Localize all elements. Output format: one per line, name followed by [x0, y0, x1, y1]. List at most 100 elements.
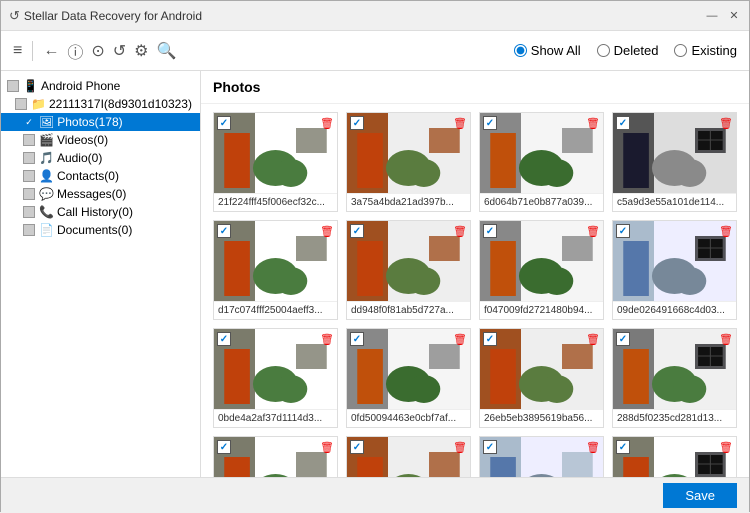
photo-delete-button[interactable]: 🗑 [586, 116, 600, 130]
photo-label: f047009fd2721480b94... [480, 301, 603, 319]
photo-delete-button[interactable]: 🗑 [719, 440, 733, 454]
sidebar-item-audio[interactable]: 🎵 Audio(0) [1, 149, 200, 167]
scan-icon[interactable]: ⊙ [91, 41, 104, 61]
photo-image-area: 🗑 [347, 329, 470, 409]
toolbar: ≡ ← ⓘ ⊙ ↺ ⚙ 🔍 Show All Deleted Existing [1, 31, 749, 71]
photo-label: c5a9d3e55a101de114... [613, 193, 736, 211]
sidebar-item-android-phone[interactable]: 📱 Android Phone [1, 77, 200, 95]
photo-delete-button[interactable]: 🗑 [586, 440, 600, 454]
contacts-checkbox[interactable] [23, 170, 35, 182]
existing-radio[interactable]: Existing [674, 43, 737, 58]
sidebar-item-photos[interactable]: ✓ 🖼 Photos(178) [1, 113, 200, 131]
documents-icon: 📄 [39, 223, 54, 237]
photo-delete-button[interactable]: 🗑 [320, 116, 334, 130]
sidebar-item-contacts[interactable]: 👤 Contacts(0) [1, 167, 200, 185]
photo-thumbnail[interactable]: 🗑 f047009fd2721480b94... [479, 220, 604, 320]
photo-delete-button[interactable]: 🗑 [320, 224, 334, 238]
toolbar-separator [32, 41, 33, 61]
photo-select-checkbox[interactable] [483, 224, 497, 238]
photo-thumbnail[interactable]: 🗑 3101eaf065f9d5626cb... [479, 436, 604, 477]
save-button[interactable]: Save [663, 483, 737, 508]
audio-checkbox[interactable] [23, 152, 35, 164]
videos-checkbox[interactable] [23, 134, 35, 146]
photo-select-checkbox[interactable] [217, 116, 231, 130]
photo-delete-button[interactable]: 🗑 [586, 224, 600, 238]
photo-image-area: 🗑 [613, 329, 736, 409]
photo-thumbnail[interactable]: 🗑 0fd50094463e0cbf7af... [346, 328, 471, 428]
undo-icon: ↺ [9, 8, 20, 24]
photo-delete-button[interactable]: 🗑 [719, 224, 733, 238]
photo-delete-button[interactable]: 🗑 [320, 440, 334, 454]
messages-checkbox[interactable] [23, 188, 35, 200]
photo-thumbnail[interactable]: 🗑 3304edde4727d78185... [612, 436, 737, 477]
photo-thumbnail[interactable]: 🗑 288d5f0235cd281d13... [612, 328, 737, 428]
photo-thumbnail[interactable]: 🗑 21f224fff45f006ecf32c... [213, 112, 338, 212]
device-checkbox[interactable] [15, 98, 27, 110]
photo-thumbnail[interactable]: 🗑 6d064b71e0b877a039... [479, 112, 604, 212]
photo-select-checkbox[interactable] [616, 440, 630, 454]
menu-icon[interactable]: ≡ [13, 42, 22, 60]
photo-select-checkbox[interactable] [350, 224, 364, 238]
photo-select-checkbox[interactable] [483, 116, 497, 130]
photo-delete-button[interactable]: 🗑 [453, 116, 467, 130]
photo-thumbnail[interactable]: 🗑 dd948f0f81ab5d727a... [346, 220, 471, 320]
sidebar-item-callhistory[interactable]: 📞 Call History(0) [1, 203, 200, 221]
photo-delete-button[interactable]: 🗑 [586, 332, 600, 346]
sidebar-item-documents[interactable]: 📄 Documents(0) [1, 221, 200, 239]
photo-thumbnail[interactable]: 🗑 c5a9d3e55a101de114... [612, 112, 737, 212]
photo-image-area: 🗑 [214, 113, 337, 193]
callhistory-checkbox[interactable] [23, 206, 35, 218]
android-phone-label: Android Phone [41, 79, 120, 93]
photo-image-area: 🗑 [613, 113, 736, 193]
photo-label: 0fd50094463e0cbf7af... [347, 409, 470, 427]
photo-thumbnail[interactable]: 🗑 26eb5eb3895619ba56... [479, 328, 604, 428]
photo-select-checkbox[interactable] [616, 116, 630, 130]
photo-select-checkbox[interactable] [350, 116, 364, 130]
sidebar-item-device[interactable]: 📁 22111317I(8d9301d10323) [1, 95, 200, 113]
photo-thumbnail[interactable]: 🗑 d17c074fff25004aeff3... [213, 220, 338, 320]
photo-label: d17c074fff25004aeff3... [214, 301, 337, 319]
contacts-icon: 👤 [39, 169, 54, 183]
photo-delete-button[interactable]: 🗑 [453, 332, 467, 346]
photo-thumbnail[interactable]: 🗑 3304edde4727d78185... [213, 436, 338, 477]
sidebar-item-videos[interactable]: 🎬 Videos(0) [1, 131, 200, 149]
photo-thumbnail[interactable]: 🗑 0bde4a2af37d1114d3... [213, 328, 338, 428]
sidebar-item-messages[interactable]: 💬 Messages(0) [1, 185, 200, 203]
info-icon[interactable]: ⓘ [67, 39, 83, 63]
photo-select-checkbox[interactable] [350, 332, 364, 346]
deleted-radio[interactable]: Deleted [597, 43, 659, 58]
photo-select-checkbox[interactable] [483, 440, 497, 454]
photo-select-checkbox[interactable] [616, 332, 630, 346]
search-icon[interactable]: 🔍 [157, 41, 177, 61]
photo-thumbnail[interactable]: 🗑 2b5c270cfed71b7067... [346, 436, 471, 477]
documents-checkbox[interactable] [23, 224, 35, 236]
photo-delete-button[interactable]: 🗑 [453, 440, 467, 454]
photo-delete-button[interactable]: 🗑 [719, 332, 733, 346]
photo-thumbnail[interactable]: 🗑 3a75a4bda21ad397b... [346, 112, 471, 212]
photo-select-checkbox[interactable] [350, 440, 364, 454]
device-label: 22111317I(8d9301d10323) [49, 97, 192, 111]
device-icon: 📁 [31, 97, 46, 111]
photo-select-checkbox[interactable] [217, 332, 231, 346]
photos-checkbox[interactable]: ✓ [23, 116, 35, 128]
photo-select-checkbox[interactable] [217, 224, 231, 238]
documents-label: Documents(0) [57, 223, 132, 237]
settings-icon[interactable]: ⚙ [134, 41, 148, 61]
photo-select-checkbox[interactable] [217, 440, 231, 454]
back-icon[interactable]: ← [43, 42, 59, 60]
android-phone-checkbox[interactable] [7, 80, 19, 92]
minimize-button[interactable]: — [705, 9, 719, 23]
close-button[interactable]: ✕ [727, 9, 741, 23]
show-all-radio[interactable]: Show All [514, 43, 581, 58]
photo-delete-button[interactable]: 🗑 [453, 224, 467, 238]
photo-thumbnail[interactable]: 🗑 09de026491668c4d03... [612, 220, 737, 320]
photo-delete-button[interactable]: 🗑 [719, 116, 733, 130]
refresh-icon[interactable]: ↺ [113, 41, 126, 61]
show-all-label: Show All [531, 43, 581, 58]
app-title: Stellar Data Recovery for Android [24, 9, 202, 23]
photo-delete-button[interactable]: 🗑 [320, 332, 334, 346]
main-layout: 📱 Android Phone 📁 22111317I(8d9301d10323… [1, 71, 749, 477]
photo-select-checkbox[interactable] [483, 332, 497, 346]
title-bar-left: ↺ Stellar Data Recovery for Android [9, 8, 202, 24]
photo-select-checkbox[interactable] [616, 224, 630, 238]
